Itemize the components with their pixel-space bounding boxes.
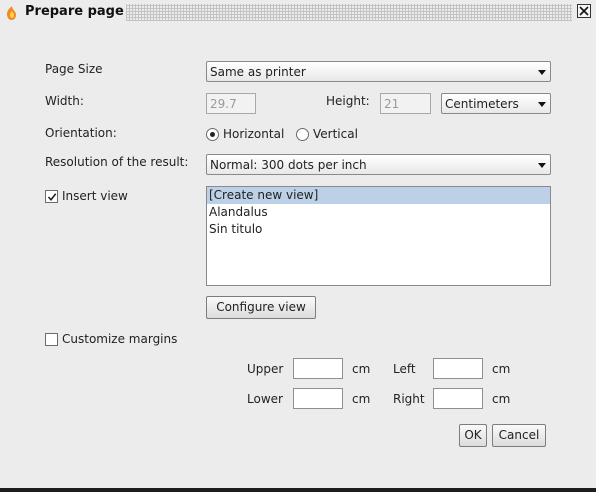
vertical-radio[interactable] <box>296 128 309 141</box>
units-value: Centimeters <box>445 97 519 111</box>
width-input[interactable] <box>207 94 255 113</box>
page-size-label: Page Size <box>45 62 103 76</box>
upper-margin-input[interactable] <box>294 359 342 378</box>
right-margin-input[interactable] <box>434 389 482 408</box>
chevron-down-icon <box>538 163 546 168</box>
customize-margins-checkbox[interactable] <box>45 333 58 346</box>
left-margin-label: Left <box>393 362 416 376</box>
units-select[interactable]: Centimeters <box>441 93 551 114</box>
vertical-label[interactable]: Vertical <box>313 127 358 141</box>
resolution-value: Normal: 300 dots per inch <box>210 158 367 172</box>
height-input[interactable] <box>381 94 430 113</box>
customize-margins-label[interactable]: Customize margins <box>62 332 177 346</box>
title-bar-grip[interactable] <box>126 4 572 21</box>
left-margin-field[interactable] <box>433 358 483 379</box>
upper-margin-field[interactable] <box>293 358 343 379</box>
left-margin-unit: cm <box>492 362 511 376</box>
lower-margin-label: Lower <box>247 392 283 406</box>
insert-view-label[interactable]: Insert view <box>62 189 128 203</box>
checkmark-icon <box>47 193 57 202</box>
close-icon <box>579 6 589 16</box>
bottom-edge <box>0 488 596 492</box>
ok-button[interactable]: OK <box>459 424 487 447</box>
left-margin-input[interactable] <box>434 359 482 378</box>
title-bar[interactable]: Prepare page <box>0 0 596 25</box>
height-field[interactable] <box>380 93 431 114</box>
right-margin-unit: cm <box>492 392 511 406</box>
lower-margin-unit: cm <box>352 392 371 406</box>
upper-margin-unit: cm <box>352 362 371 376</box>
lower-margin-field[interactable] <box>293 388 343 409</box>
chevron-down-icon <box>538 102 546 107</box>
list-item[interactable]: [Create new view] <box>207 187 550 204</box>
width-label: Width: <box>45 94 84 108</box>
list-item[interactable]: Sin titulo <box>207 221 550 238</box>
resolution-label: Resolution of the result: <box>45 155 189 169</box>
close-button[interactable] <box>577 4 591 18</box>
app-icon <box>4 5 20 21</box>
right-margin-label: Right <box>393 392 425 406</box>
page-size-value: Same as printer <box>210 65 306 79</box>
insert-view-checkbox[interactable] <box>45 190 58 203</box>
upper-margin-label: Upper <box>247 362 284 376</box>
width-field[interactable] <box>206 93 256 114</box>
list-item[interactable]: Alandalus <box>207 204 550 221</box>
horizontal-label[interactable]: Horizontal <box>223 127 284 141</box>
resolution-select[interactable]: Normal: 300 dots per inch <box>206 154 551 175</box>
lower-margin-input[interactable] <box>294 389 342 408</box>
configure-view-button[interactable]: Configure view <box>206 296 316 319</box>
horizontal-radio[interactable] <box>206 128 219 141</box>
view-list[interactable]: [Create new view] Alandalus Sin titulo <box>206 186 551 286</box>
page-size-select[interactable]: Same as printer <box>206 61 551 82</box>
right-margin-field[interactable] <box>433 388 483 409</box>
height-label: Height: <box>326 94 370 108</box>
window-title: Prepare page <box>25 4 124 19</box>
orientation-label: Orientation: <box>45 126 117 140</box>
chevron-down-icon <box>538 70 546 75</box>
cancel-button[interactable]: Cancel <box>492 424 546 447</box>
